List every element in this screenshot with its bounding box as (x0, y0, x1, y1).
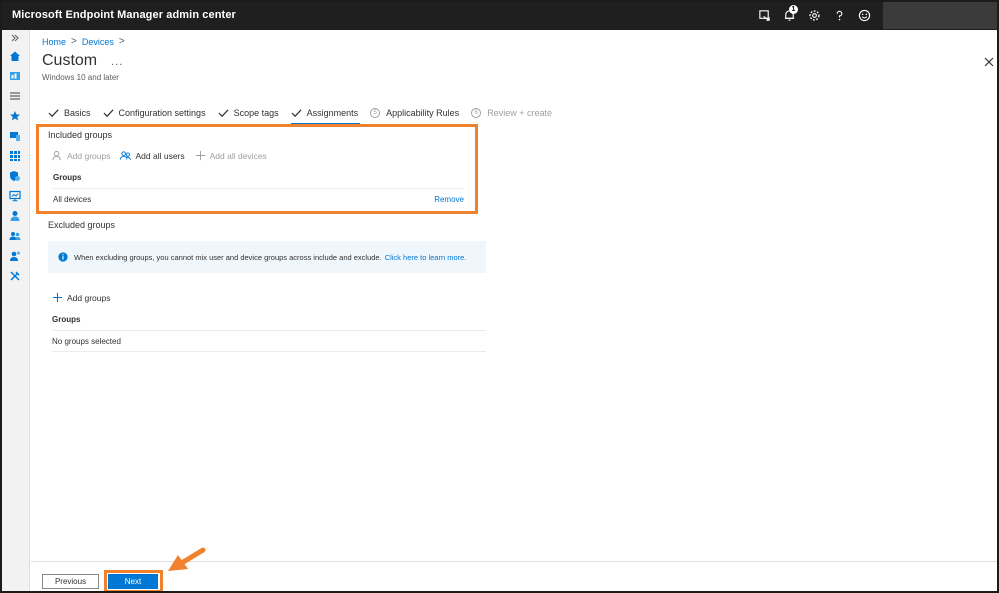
group-name: All devices (53, 195, 92, 204)
page-subtitle: Windows 10 and later (42, 73, 119, 82)
expand-icon[interactable] (0, 30, 30, 46)
tab-assignments[interactable]: Assignments (290, 105, 360, 125)
step-number: 6 (471, 108, 482, 118)
tab-label: Review + create (487, 108, 552, 118)
all-services-icon[interactable] (0, 86, 30, 106)
smiley-icon[interactable] (852, 0, 876, 30)
remote-icon[interactable] (752, 0, 776, 30)
reports-icon[interactable] (0, 186, 30, 206)
tab-label: Assignments (306, 108, 359, 118)
help-icon[interactable] (827, 0, 851, 30)
bell-icon[interactable]: 1 (777, 0, 801, 30)
close-icon[interactable] (983, 56, 995, 68)
top-bar: Microsoft Endpoint Manager admin center … (0, 0, 999, 30)
devices-icon[interactable] (0, 126, 30, 146)
arrow-annotation-icon (168, 547, 206, 571)
tab-review-create[interactable]: 6 Review + create (471, 105, 552, 121)
checkmark-icon (291, 109, 302, 118)
breadcrumb: Home > Devices > (42, 36, 125, 47)
checkmark-icon (103, 109, 114, 118)
favorites-icon[interactable] (0, 106, 30, 126)
tab-scope-tags[interactable]: Scope tags (218, 105, 279, 121)
tab-label: Basics (64, 108, 91, 118)
no-groups-text: No groups selected (52, 336, 121, 346)
learn-more-link[interactable]: Click here to learn more. (385, 253, 467, 262)
tab-label: Applicability Rules (386, 108, 460, 118)
tab-label: Scope tags (233, 108, 279, 118)
add-excluded-groups-button[interactable]: Add groups (52, 292, 110, 303)
excluded-groups-title: Excluded groups (48, 220, 116, 230)
page-title-row: Custom ... (42, 52, 123, 70)
endpoint-security-icon[interactable] (0, 166, 30, 186)
remove-link[interactable]: Remove (434, 195, 464, 204)
table-row: All devices Remove (53, 188, 464, 210)
breadcrumb-separator: > (118, 36, 125, 47)
tenant-admin-icon[interactable] (0, 246, 30, 266)
plus-icon (195, 150, 205, 161)
gear-icon[interactable] (802, 0, 826, 30)
troubleshooting-icon[interactable] (0, 266, 30, 286)
plus-icon (52, 292, 63, 303)
breadcrumb-devices-link[interactable]: Devices (82, 37, 114, 47)
included-groups-column-header: Groups (53, 173, 82, 182)
apps-icon[interactable] (0, 146, 30, 166)
add-groups-button[interactable]: Add groups (52, 150, 110, 161)
previous-button[interactable]: Previous (42, 574, 99, 589)
users-icon (120, 151, 132, 160)
dashboard-icon[interactable] (0, 66, 30, 86)
included-groups-toolbar: Add groups Add all users Add all devices (52, 150, 277, 161)
checkmark-icon (48, 109, 59, 118)
notification-badge: 1 (789, 5, 798, 14)
account-area[interactable] (883, 1, 997, 29)
add-all-devices-label: Add all devices (209, 150, 267, 161)
breadcrumb-separator: > (71, 36, 77, 47)
checkmark-icon (218, 109, 229, 118)
groups-icon[interactable] (0, 226, 30, 246)
tab-basics[interactable]: Basics (48, 105, 91, 121)
add-all-users-button[interactable]: Add all users (120, 150, 185, 161)
users-icon[interactable] (0, 206, 30, 226)
info-icon (58, 252, 68, 262)
add-all-users-label: Add all users (135, 150, 185, 161)
info-text: When excluding groups, you cannot mix us… (74, 252, 382, 262)
add-all-devices-button[interactable]: Add all devices (195, 150, 267, 161)
app-title: Microsoft Endpoint Manager admin center (12, 9, 236, 21)
tab-applicability-rules[interactable]: 5 Applicability Rules (370, 105, 459, 121)
main-content: Home > Devices > Custom ... Windows 10 a… (31, 30, 999, 593)
home-icon[interactable] (0, 46, 30, 66)
more-options-button[interactable]: ... (111, 56, 123, 68)
wizard-tabs: Basics Configuration settings Scope tags… (48, 105, 564, 125)
next-button[interactable]: Next (108, 574, 158, 589)
add-groups-label: Add groups (67, 150, 111, 161)
included-groups-title: Included groups (48, 130, 113, 140)
table-row: No groups selected (52, 330, 486, 352)
breadcrumb-home-link[interactable]: Home (42, 37, 66, 47)
left-nav-rail (0, 30, 30, 593)
excluded-groups-toolbar: Add groups (52, 292, 120, 303)
step-number: 5 (370, 108, 381, 118)
excluded-groups-column-header: Groups (52, 315, 81, 324)
info-banner: When excluding groups, you cannot mix us… (48, 241, 486, 273)
tab-label: Configuration settings (118, 108, 206, 118)
person-icon (52, 150, 61, 161)
add-groups-label: Add groups (67, 292, 111, 303)
tab-configuration-settings[interactable]: Configuration settings (103, 105, 206, 121)
page-title: Custom (42, 52, 98, 69)
